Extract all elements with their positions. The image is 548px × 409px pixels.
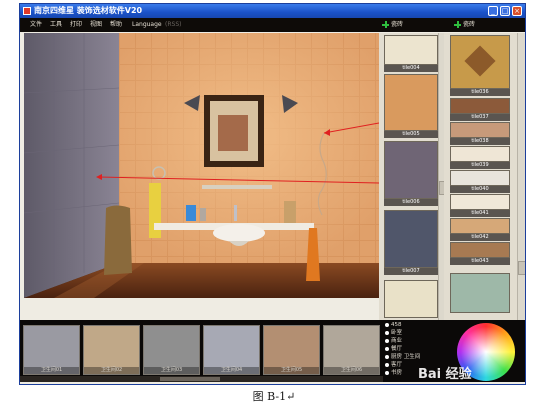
category-item[interactable]: 厨房 卫生间: [385, 354, 420, 361]
tile-swatch[interactable]: [450, 35, 510, 89]
room-thumbnail[interactable]: 卫生间01: [23, 325, 80, 375]
bathroom-render-viewport[interactable]: [24, 33, 379, 298]
tile-swatch[interactable]: [450, 122, 510, 138]
close-button[interactable]: ×: [512, 6, 522, 16]
tile-label: tile005: [384, 131, 438, 138]
category-item[interactable]: 客厅: [385, 362, 402, 369]
tile-label: tile043: [450, 258, 510, 265]
tile-swatch[interactable]: [384, 141, 438, 199]
scrollbar-thumb[interactable]: [518, 261, 525, 275]
category-item[interactable]: 餐厅: [385, 346, 402, 353]
tile-label: tile006: [384, 199, 438, 206]
room-label: 卫生间06: [324, 367, 379, 374]
figure-caption: 图 B-1↵: [252, 390, 296, 403]
category-item[interactable]: 458: [385, 322, 402, 329]
tile-swatch[interactable]: [384, 210, 438, 268]
tile-swatch[interactable]: [450, 146, 510, 162]
room-thumbnail[interactable]: 卫生间02: [83, 325, 140, 375]
menu-print[interactable]: 打印: [70, 20, 82, 30]
category-label: 458: [391, 322, 402, 328]
tile-label: tile041: [450, 210, 510, 217]
category-label: 商业: [391, 338, 403, 344]
menu-language[interactable]: Language: [132, 20, 162, 30]
tile-label: tile004: [384, 65, 438, 72]
thumbnail-scrollbar[interactable]: [20, 376, 383, 382]
menu-bar: 文件 工具 打印 视图 帮助 Language (RSS) 瓷砖 瓷砖: [20, 18, 525, 32]
radio-icon: [385, 346, 389, 351]
window-title: 南京四维星 装饰选材软件V20: [34, 6, 143, 15]
app-icon: [23, 7, 31, 15]
category-label: 卧室: [391, 330, 403, 336]
room-label: 卫生间03: [144, 367, 199, 374]
tile-palette-main: tile004 tile005 tile006 tile007: [379, 33, 444, 320]
tile-swatch[interactable]: [384, 280, 438, 318]
tile-swatch[interactable]: [450, 273, 510, 313]
maximize-button[interactable]: □: [500, 6, 510, 16]
tile-swatch[interactable]: [450, 218, 510, 234]
menu-help[interactable]: 帮助: [110, 20, 122, 30]
tile-palette-scrollbar[interactable]: [517, 33, 525, 320]
category-label: 厨房 卫生间: [391, 354, 421, 360]
tile-swatch[interactable]: [384, 74, 438, 131]
add-tile-left-label[interactable]: 瓷砖: [391, 20, 403, 30]
tile-label: tile039: [450, 162, 510, 169]
add-tile-right-label[interactable]: 瓷砖: [463, 20, 475, 30]
tile-label: tile037: [450, 114, 510, 121]
room-thumbnail[interactable]: 卫生间06: [323, 325, 380, 375]
room-label: 卫生间01: [24, 367, 79, 374]
menu-file[interactable]: 文件: [30, 20, 42, 30]
radio-icon: [385, 330, 389, 335]
tile-swatch[interactable]: [384, 35, 438, 65]
app-window: 南京四维星 装饰选材软件V20 _ □ × 文件 工具 打印 视图 帮助 Lan…: [19, 3, 526, 385]
tile-swatch[interactable]: [450, 98, 510, 114]
category-item[interactable]: 商业: [385, 338, 402, 345]
tile-swatch[interactable]: [450, 242, 510, 258]
category-item[interactable]: 卧室: [385, 330, 402, 337]
minimize-button[interactable]: _: [488, 6, 498, 16]
room-label: 卫生间04: [204, 367, 259, 374]
tile-label: tile038: [450, 138, 510, 145]
menu-rss[interactable]: (RSS): [165, 20, 181, 30]
room-label: 卫生间05: [264, 367, 319, 374]
room-thumbnail-strip: 卫生间01 卫生间02 卫生间03 卫生间04 卫生间05 卫生间06: [20, 320, 383, 382]
room-thumbnail[interactable]: 卫生间05: [263, 325, 320, 375]
menu-view[interactable]: 视图: [90, 20, 102, 30]
tile-palette-secondary: tile036 tile037 tile038 tile039 tile040 …: [444, 33, 525, 320]
category-item[interactable]: 书房: [385, 370, 402, 377]
tile-label: tile036: [450, 89, 510, 96]
category-label: 客厅: [391, 362, 403, 368]
tile-label: tile040: [450, 186, 510, 193]
add-tile-icon[interactable]: [454, 21, 461, 28]
room-thumbnail[interactable]: 卫生间03: [143, 325, 200, 375]
scrollbar-thumb[interactable]: [160, 377, 220, 381]
tile-swatch[interactable]: [450, 170, 510, 186]
radio-icon: [385, 354, 389, 359]
radio-icon: [385, 370, 389, 375]
tile-label: tile007: [384, 268, 438, 275]
category-label: 餐厅: [391, 346, 403, 352]
bathroom-render: [24, 33, 379, 298]
add-tile-icon[interactable]: [382, 21, 389, 28]
title-bar: 南京四维星 装饰选材软件V20 _ □ ×: [20, 4, 525, 18]
radio-icon: [385, 362, 389, 367]
radio-icon: [385, 322, 389, 327]
tile-pattern-motif: [464, 45, 496, 77]
menu-tools[interactable]: 工具: [50, 20, 62, 30]
room-label: 卫生间02: [84, 367, 139, 374]
tile-swatch[interactable]: [450, 194, 510, 210]
baidu-watermark: Bai 经验: [418, 367, 472, 382]
category-label: 书房: [391, 370, 403, 376]
tile-label: tile042: [450, 234, 510, 241]
radio-icon: [385, 338, 389, 343]
room-thumbnail[interactable]: 卫生间04: [203, 325, 260, 375]
